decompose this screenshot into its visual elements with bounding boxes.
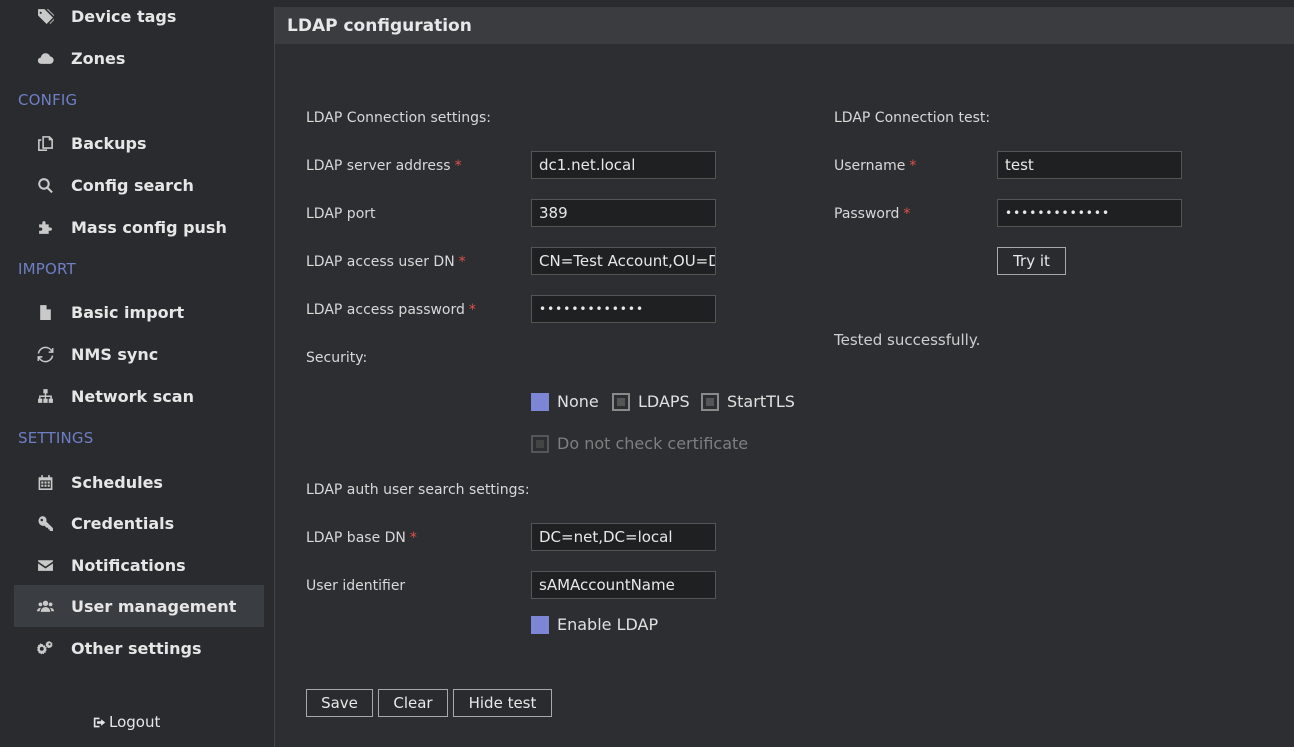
copy-icon (34, 132, 56, 154)
sidebar-item-label: Mass config push (71, 217, 227, 237)
sidebar-item-mass-config-push[interactable]: Mass config push (14, 206, 264, 248)
section-settings: SETTINGS (18, 429, 94, 447)
search-icon (34, 174, 56, 196)
port-label: LDAP port (306, 206, 376, 222)
connection-settings-heading: LDAP Connection settings: (306, 110, 492, 126)
checkbox-disabled (531, 434, 549, 453)
security-option-label: None (557, 392, 599, 411)
sidebar-item-backups[interactable]: Backups (14, 122, 264, 164)
test-password-label: Password * (834, 206, 911, 222)
access-password-label: LDAP access password * (306, 302, 476, 318)
sync-icon (34, 343, 56, 365)
sidebar-item-config-search[interactable]: Config search (14, 164, 264, 206)
sidebar-item-label: Device tags (71, 6, 177, 26)
sidebar-item-label: Config search (71, 175, 194, 195)
sidebar-item-basic-import[interactable]: Basic import (14, 291, 264, 333)
port-input[interactable]: 389 (531, 199, 716, 227)
test-username-input[interactable]: test (997, 151, 1182, 179)
sidebar-item-label: Zones (71, 48, 126, 68)
cogs-icon (34, 637, 56, 659)
radio-checked[interactable] (531, 392, 549, 411)
save-button[interactable]: Save (306, 689, 373, 717)
no-check-certificate-checkbox: Do not check certificate (531, 434, 748, 453)
puzzle-icon (34, 216, 56, 238)
security-option-ldaps[interactable]: LDAPS (612, 392, 690, 411)
section-config: CONFIG (18, 91, 78, 109)
security-option-label: LDAPS (638, 392, 690, 411)
base-dn-input[interactable]: DC=net,DC=local (531, 523, 716, 551)
radio-unchecked[interactable] (701, 392, 719, 411)
logout-button[interactable]: Logout (93, 713, 160, 731)
user-identifier-input[interactable]: sAMAccountName (531, 571, 716, 599)
user-dn-label: LDAP access user DN * (306, 254, 466, 270)
section-import: IMPORT (18, 260, 76, 278)
sidebar-item-label: Schedules (71, 472, 163, 492)
no-check-certificate-label: Do not check certificate (557, 434, 749, 453)
key-icon (34, 512, 56, 534)
sidebar-item-nms-sync[interactable]: NMS sync (14, 333, 264, 375)
panel-title: LDAP configuration (275, 7, 1294, 44)
sidebar-item-notifications[interactable]: Notifications (14, 544, 264, 586)
sign-out-icon (93, 717, 106, 727)
sidebar-item-credentials[interactable]: Credentials (14, 502, 264, 544)
try-it-button[interactable]: Try it (997, 247, 1066, 275)
hide-test-button[interactable]: Hide test (453, 689, 552, 717)
sidebar-item-device-tags[interactable]: Device tags (14, 0, 264, 37)
sidebar-item-label: Basic import (71, 302, 185, 322)
security-option-starttls[interactable]: StartTLS (701, 392, 795, 411)
users-icon (34, 595, 56, 617)
radio-unchecked[interactable] (612, 392, 630, 411)
logout-label: Logout (109, 713, 161, 731)
enable-ldap-label: Enable LDAP (557, 615, 659, 634)
sidebar-item-label: Notifications (71, 555, 186, 575)
server-address-label: LDAP server address * (306, 158, 462, 174)
user-dn-input[interactable]: CN=Test Account,OU=Domain Users,DC=net,D… (531, 247, 716, 275)
ldap-configuration-panel: LDAP configuration LDAP Connection setti… (274, 7, 1294, 747)
tags-icon (34, 5, 56, 27)
sidebar-item-label: Network scan (71, 386, 194, 406)
sidebar-item-label: Credentials (71, 513, 175, 533)
test-username-label: Username * (834, 158, 917, 174)
envelope-icon (34, 554, 56, 576)
test-status-text: Tested successfully. (834, 331, 981, 349)
sidebar-item-user-management[interactable]: User management (14, 585, 264, 627)
checkbox-checked[interactable] (531, 615, 549, 634)
sidebar-item-label: Backups (71, 133, 147, 153)
sidebar-item-schedules[interactable]: Schedules (14, 461, 264, 503)
sidebar-item-other-settings[interactable]: Other settings (14, 627, 264, 669)
sidebar: Device tags Zones CONFIG Backups Config … (0, 0, 264, 734)
security-label: Security: (306, 350, 368, 366)
search-settings-heading: LDAP auth user search settings: (306, 482, 530, 498)
sidebar-item-label: NMS sync (71, 344, 159, 364)
file-icon (34, 301, 56, 323)
sidebar-item-label: Other settings (71, 638, 202, 658)
security-option-label: StartTLS (727, 392, 795, 411)
cloud-icon (34, 47, 56, 69)
access-password-input[interactable]: ••••••••••••• (531, 295, 716, 323)
sidebar-item-label: User management (71, 596, 237, 616)
clear-button[interactable]: Clear (378, 689, 448, 717)
enable-ldap-checkbox[interactable]: Enable LDAP (531, 615, 658, 634)
sidebar-item-zones[interactable]: Zones (14, 37, 264, 79)
connection-test-heading: LDAP Connection test: (834, 110, 991, 126)
security-option-none[interactable]: None (531, 392, 599, 411)
test-password-input[interactable]: ••••••••••••• (997, 199, 1182, 227)
sidebar-item-network-scan[interactable]: Network scan (14, 375, 264, 417)
user-identifier-label: User identifier (306, 578, 406, 594)
server-address-input[interactable]: dc1.net.local (531, 151, 716, 179)
sitemap-icon (34, 385, 56, 407)
base-dn-label: LDAP base DN * (306, 530, 417, 546)
calendar-icon (34, 471, 56, 493)
